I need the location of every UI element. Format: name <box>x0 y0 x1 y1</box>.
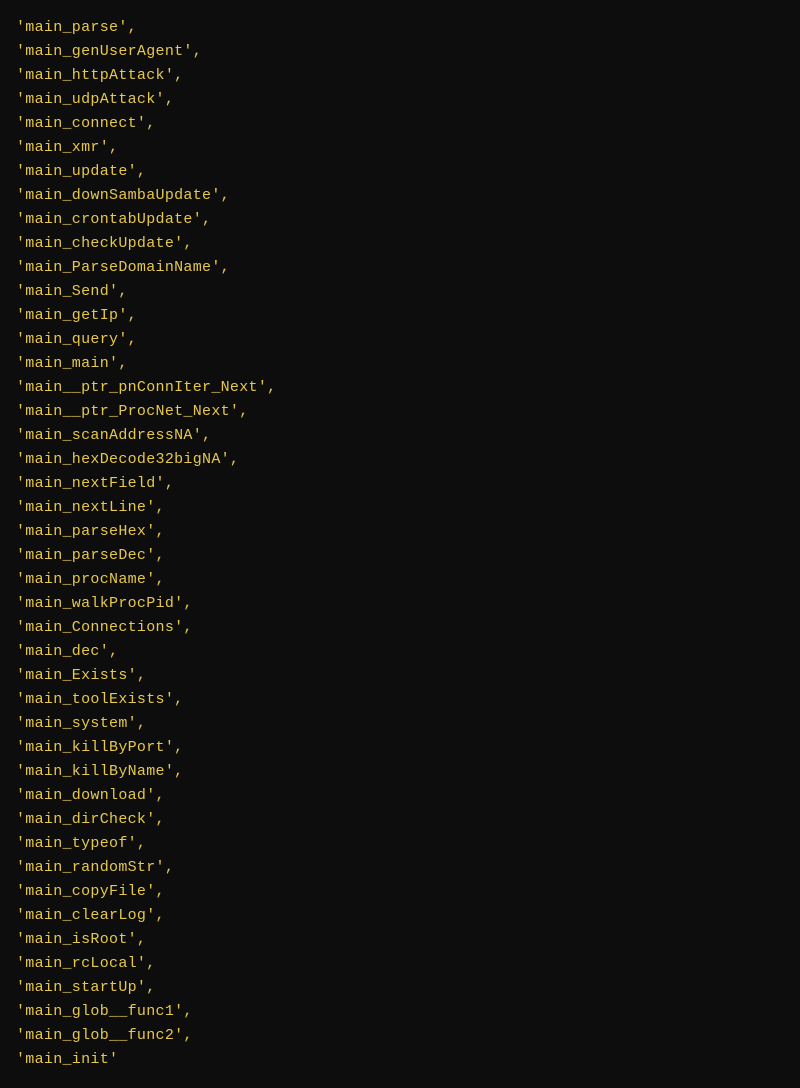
list-item: 'main_Connections', <box>16 616 784 640</box>
list-item: 'main__ptr_pnConnIter_Next', <box>16 376 784 400</box>
list-item: 'main_genUserAgent', <box>16 40 784 64</box>
list-item: 'main_glob__func2', <box>16 1024 784 1048</box>
list-item: 'main_Send', <box>16 280 784 304</box>
list-item: 'main_randomStr', <box>16 856 784 880</box>
list-item: 'main_killByPort', <box>16 736 784 760</box>
list-item: 'main_dec', <box>16 640 784 664</box>
list-item: 'main_toolExists', <box>16 688 784 712</box>
code-list: 'main_parse','main_genUserAgent','main_h… <box>16 16 784 1072</box>
list-item: 'main_connect', <box>16 112 784 136</box>
list-item: 'main_nextField', <box>16 472 784 496</box>
list-item: 'main_getIp', <box>16 304 784 328</box>
list-item: 'main_copyFile', <box>16 880 784 904</box>
list-item: 'main_killByName', <box>16 760 784 784</box>
list-item: 'main_typeof', <box>16 832 784 856</box>
list-item: 'main_checkUpdate', <box>16 232 784 256</box>
list-item: 'main_httpAttack', <box>16 64 784 88</box>
list-item: 'main_init' <box>16 1048 784 1072</box>
list-item: 'main_crontabUpdate', <box>16 208 784 232</box>
list-item: 'main_startUp', <box>16 976 784 1000</box>
list-item: 'main_main', <box>16 352 784 376</box>
list-item: 'main_procName', <box>16 568 784 592</box>
list-item: 'main_parseDec', <box>16 544 784 568</box>
list-item: 'main_update', <box>16 160 784 184</box>
list-item: 'main_parse', <box>16 16 784 40</box>
list-item: 'main_isRoot', <box>16 928 784 952</box>
list-item: 'main_scanAddressNA', <box>16 424 784 448</box>
list-item: 'main_udpAttack', <box>16 88 784 112</box>
list-item: 'main_glob__func1', <box>16 1000 784 1024</box>
list-item: 'main_walkProcPid', <box>16 592 784 616</box>
list-item: 'main_hexDecode32bigNA', <box>16 448 784 472</box>
list-item: 'main_parseHex', <box>16 520 784 544</box>
list-item: 'main_dirCheck', <box>16 808 784 832</box>
list-item: 'main_Exists', <box>16 664 784 688</box>
list-item: 'main_nextLine', <box>16 496 784 520</box>
list-item: 'main_system', <box>16 712 784 736</box>
list-item: 'main_xmr', <box>16 136 784 160</box>
list-item: 'main_download', <box>16 784 784 808</box>
list-item: 'main_downSambaUpdate', <box>16 184 784 208</box>
list-item: 'main_ParseDomainName', <box>16 256 784 280</box>
list-item: 'main_clearLog', <box>16 904 784 928</box>
list-item: 'main_query', <box>16 328 784 352</box>
list-item: 'main_rcLocal', <box>16 952 784 976</box>
list-item: 'main__ptr_ProcNet_Next', <box>16 400 784 424</box>
